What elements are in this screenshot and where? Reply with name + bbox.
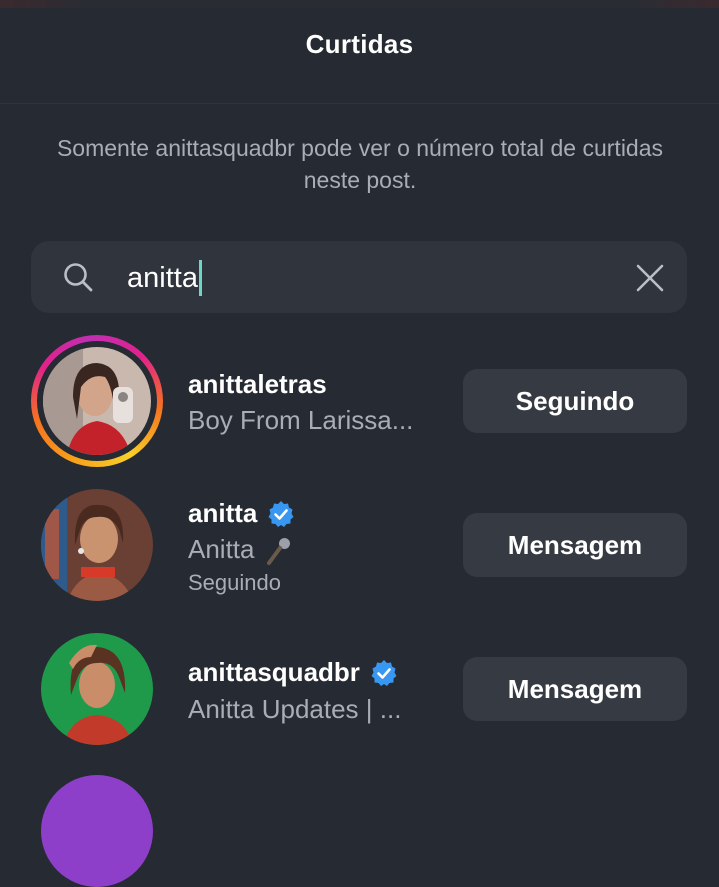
message-button[interactable]: Mensagem [463,657,687,721]
username[interactable]: anittaletras [188,369,327,400]
list-item[interactable]: anittaletras Boy From Larissa... Seguind… [0,335,719,467]
list-item[interactable]: anittasquadbr Anitta Updates | ... Mensa… [0,624,719,754]
list-item[interactable]: anitta Anitta Seguindo Mensagem [0,480,719,610]
search-icon [64,263,93,292]
following-button[interactable]: Seguindo [463,369,687,433]
text-caret [198,260,202,296]
full-name: Anitta Updates | ... [188,694,402,724]
search-input[interactable]: anitta [127,260,202,296]
full-name: Boy From Larissa... [188,405,414,435]
top-edge [0,0,719,8]
avatar [43,347,151,455]
username[interactable]: anittasquadbr [188,657,360,688]
avatar[interactable] [41,775,153,887]
full-name: Anitta [188,534,292,566]
username-line: anitta [188,498,295,529]
page-title: Curtidas [305,29,414,59]
close-icon[interactable] [635,263,665,293]
full-name-text: Anitta [188,534,255,564]
username-line: anittasquadbr [188,657,398,688]
verified-badge-icon [268,500,294,527]
story-ring[interactable] [31,335,163,467]
avatar[interactable] [41,489,153,601]
following-status: Seguindo [188,570,281,595]
username-line: anittaletras [188,369,327,400]
verified-badge-icon [371,659,397,686]
likes-header: Curtidas [0,8,719,104]
avatar[interactable] [41,633,153,745]
username[interactable]: anitta [188,498,257,529]
likes-notice: Somente anittasquadbr pode ver o número … [56,135,664,193]
search-input-text: anitta [127,262,198,294]
microphone-icon [266,538,290,566]
message-button[interactable]: Mensagem [463,513,687,577]
search-field[interactable]: anitta [31,241,687,313]
